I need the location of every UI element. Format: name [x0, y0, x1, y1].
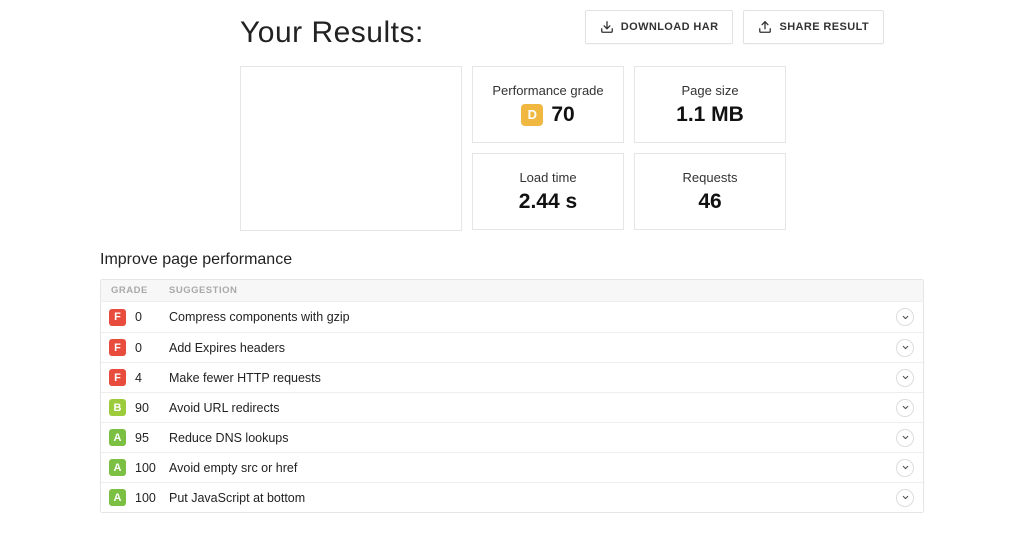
- col-header-grade: GRADE: [101, 285, 169, 296]
- grade-badge: F: [109, 369, 126, 386]
- grade-badge: D: [521, 104, 543, 126]
- table-row[interactable]: A 95 Reduce DNS lookups: [101, 422, 923, 452]
- grade-score: 95: [135, 431, 149, 445]
- expand-button[interactable]: [896, 489, 914, 507]
- grade-badge: F: [109, 339, 126, 356]
- table-row[interactable]: B 90 Avoid URL redirects: [101, 392, 923, 422]
- grade-score: 100: [135, 491, 156, 505]
- suggestion-text: Put JavaScript at bottom: [169, 491, 887, 505]
- expand-button[interactable]: [896, 429, 914, 447]
- metric-performance-grade: Performance grade D 70: [472, 66, 624, 143]
- suggestion-text: Compress components with gzip: [169, 310, 887, 324]
- table-row[interactable]: F4 Make fewer HTTP requests: [101, 362, 923, 392]
- screenshot-placeholder: [240, 66, 462, 231]
- grade-badge: B: [109, 399, 126, 416]
- suggestion-text: Add Expires headers: [169, 341, 887, 355]
- table-row[interactable]: A 100 Put JavaScript at bottom: [101, 482, 923, 512]
- chevron-down-icon: [901, 343, 910, 352]
- page-title: Your Results:: [240, 16, 424, 50]
- metric-load-time: Load time 2.44 s: [472, 153, 624, 230]
- chevron-down-icon: [901, 463, 910, 472]
- download-har-button[interactable]: DOWNLOAD HAR: [585, 10, 734, 44]
- metric-label: Requests: [683, 170, 738, 185]
- grade-badge: A: [109, 489, 126, 506]
- expand-button[interactable]: [896, 308, 914, 326]
- suggestion-text: Avoid URL redirects: [169, 401, 887, 415]
- chevron-down-icon: [901, 313, 910, 322]
- download-har-label: DOWNLOAD HAR: [621, 21, 719, 33]
- grade-badge: A: [109, 429, 126, 446]
- metric-value: 1.1 MB: [676, 103, 744, 127]
- chevron-down-icon: [901, 373, 910, 382]
- share-result-label: SHARE RESULT: [779, 21, 869, 33]
- suggestion-text: Avoid empty src or href: [169, 461, 887, 475]
- metric-value: 70: [551, 103, 574, 127]
- expand-button[interactable]: [896, 459, 914, 477]
- chevron-down-icon: [901, 493, 910, 502]
- suggestion-text: Make fewer HTTP requests: [169, 371, 887, 385]
- grade-badge: F: [109, 309, 126, 326]
- chevron-down-icon: [901, 403, 910, 412]
- metric-page-size: Page size 1.1 MB: [634, 66, 786, 143]
- improve-section-title: Improve page performance: [0, 251, 1024, 279]
- results-summary: Performance grade D 70 Page size 1.1 MB …: [240, 66, 924, 231]
- grade-badge: A: [109, 459, 126, 476]
- share-icon: [758, 20, 772, 34]
- grade-score: 0: [135, 341, 142, 355]
- table-row[interactable]: F0 Add Expires headers: [101, 332, 923, 362]
- share-result-button[interactable]: SHARE RESULT: [743, 10, 884, 44]
- expand-button[interactable]: [896, 339, 914, 357]
- metric-label: Load time: [519, 170, 576, 185]
- metric-label: Page size: [681, 83, 738, 98]
- suggestion-text: Reduce DNS lookups: [169, 431, 887, 445]
- grade-score: 0: [135, 310, 142, 324]
- table-row[interactable]: A 100 Avoid empty src or href: [101, 452, 923, 482]
- table-row[interactable]: F0 Compress components with gzip: [101, 302, 923, 332]
- grade-score: 100: [135, 461, 156, 475]
- suggestions-table: GRADE SUGGESTION F0Compress components w…: [100, 279, 924, 513]
- metric-value: 2.44 s: [519, 190, 577, 214]
- grade-score: 90: [135, 401, 149, 415]
- col-header-suggestion: SUGGESTION: [169, 285, 923, 296]
- expand-button[interactable]: [896, 399, 914, 417]
- expand-button[interactable]: [896, 369, 914, 387]
- metric-label: Performance grade: [492, 83, 603, 98]
- grade-score: 4: [135, 371, 142, 385]
- metric-requests: Requests 46: [634, 153, 786, 230]
- metric-value: 46: [698, 190, 721, 214]
- download-icon: [600, 20, 614, 34]
- chevron-down-icon: [901, 433, 910, 442]
